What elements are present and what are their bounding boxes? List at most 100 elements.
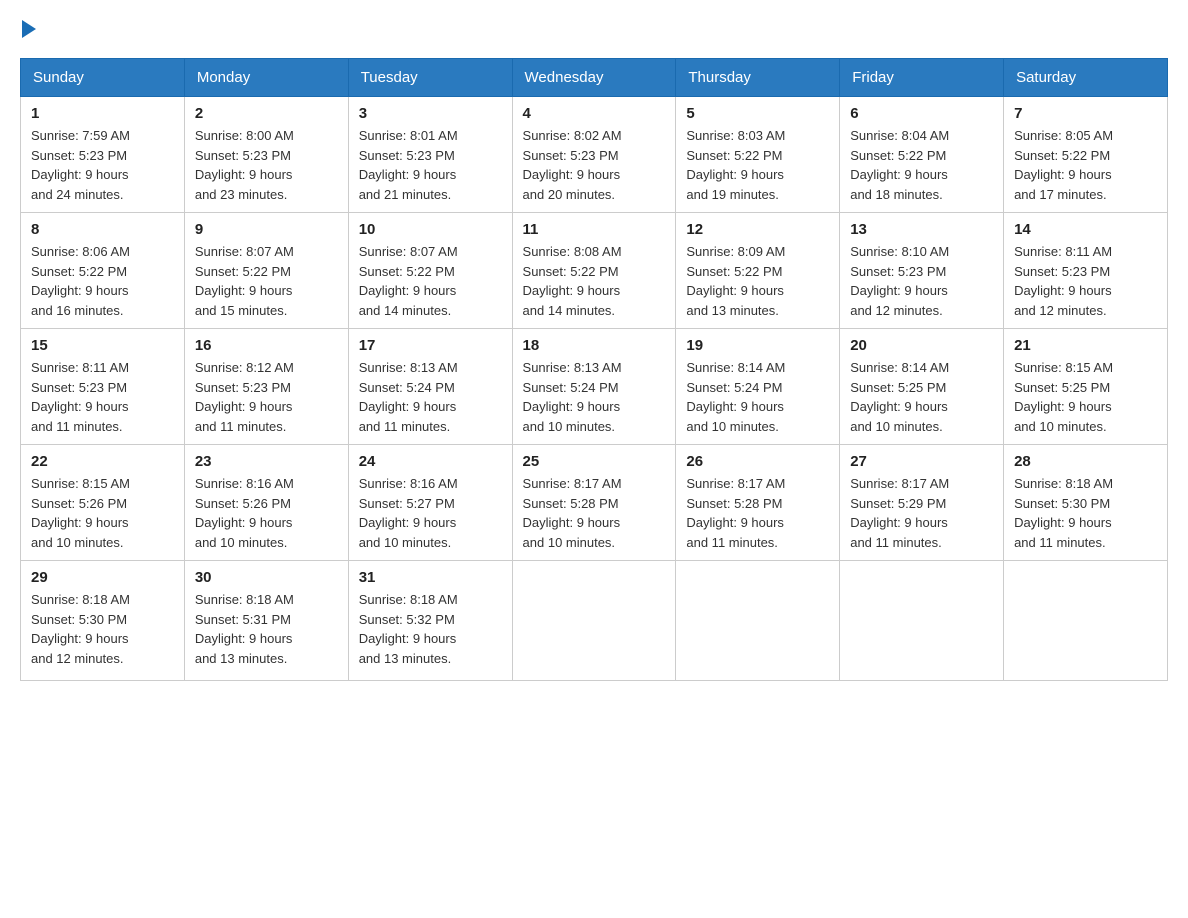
calendar-cell: 1 Sunrise: 7:59 AMSunset: 5:23 PMDayligh… — [21, 97, 185, 213]
calendar-cell: 21 Sunrise: 8:15 AMSunset: 5:25 PMDaylig… — [1004, 329, 1168, 445]
calendar-cell: 31 Sunrise: 8:18 AMSunset: 5:32 PMDaylig… — [348, 561, 512, 681]
day-info: Sunrise: 8:17 AMSunset: 5:28 PMDaylight:… — [523, 476, 622, 550]
day-number: 21 — [1014, 337, 1157, 354]
day-number: 17 — [359, 337, 502, 354]
day-number: 7 — [1014, 105, 1157, 122]
day-number: 8 — [31, 221, 174, 238]
calendar-cell: 18 Sunrise: 8:13 AMSunset: 5:24 PMDaylig… — [512, 329, 676, 445]
calendar-cell — [676, 561, 840, 681]
calendar-week-1: 1 Sunrise: 7:59 AMSunset: 5:23 PMDayligh… — [21, 97, 1168, 213]
day-info: Sunrise: 8:17 AMSunset: 5:29 PMDaylight:… — [850, 476, 949, 550]
column-header-wednesday: Wednesday — [512, 59, 676, 97]
column-header-friday: Friday — [840, 59, 1004, 97]
day-number: 22 — [31, 453, 174, 470]
day-number: 25 — [523, 453, 666, 470]
calendar-week-2: 8 Sunrise: 8:06 AMSunset: 5:22 PMDayligh… — [21, 213, 1168, 329]
calendar-cell: 16 Sunrise: 8:12 AMSunset: 5:23 PMDaylig… — [184, 329, 348, 445]
calendar-cell: 20 Sunrise: 8:14 AMSunset: 5:25 PMDaylig… — [840, 329, 1004, 445]
column-header-saturday: Saturday — [1004, 59, 1168, 97]
day-info: Sunrise: 8:17 AMSunset: 5:28 PMDaylight:… — [686, 476, 785, 550]
day-number: 23 — [195, 453, 338, 470]
day-info: Sunrise: 8:04 AMSunset: 5:22 PMDaylight:… — [850, 128, 949, 202]
calendar-cell: 2 Sunrise: 8:00 AMSunset: 5:23 PMDayligh… — [184, 97, 348, 213]
day-number: 10 — [359, 221, 502, 238]
column-header-thursday: Thursday — [676, 59, 840, 97]
day-info: Sunrise: 8:13 AMSunset: 5:24 PMDaylight:… — [523, 360, 622, 434]
calendar-cell: 24 Sunrise: 8:16 AMSunset: 5:27 PMDaylig… — [348, 445, 512, 561]
calendar-cell — [512, 561, 676, 681]
day-info: Sunrise: 8:15 AMSunset: 5:25 PMDaylight:… — [1014, 360, 1113, 434]
calendar-cell: 12 Sunrise: 8:09 AMSunset: 5:22 PMDaylig… — [676, 213, 840, 329]
day-number: 6 — [850, 105, 993, 122]
calendar-cell: 26 Sunrise: 8:17 AMSunset: 5:28 PMDaylig… — [676, 445, 840, 561]
calendar-cell: 28 Sunrise: 8:18 AMSunset: 5:30 PMDaylig… — [1004, 445, 1168, 561]
day-number: 31 — [359, 569, 502, 586]
day-number: 20 — [850, 337, 993, 354]
calendar-week-4: 22 Sunrise: 8:15 AMSunset: 5:26 PMDaylig… — [21, 445, 1168, 561]
day-info: Sunrise: 7:59 AMSunset: 5:23 PMDaylight:… — [31, 128, 130, 202]
calendar-cell: 14 Sunrise: 8:11 AMSunset: 5:23 PMDaylig… — [1004, 213, 1168, 329]
day-number: 26 — [686, 453, 829, 470]
day-number: 24 — [359, 453, 502, 470]
day-number: 9 — [195, 221, 338, 238]
day-info: Sunrise: 8:11 AMSunset: 5:23 PMDaylight:… — [1014, 244, 1112, 318]
calendar-cell: 19 Sunrise: 8:14 AMSunset: 5:24 PMDaylig… — [676, 329, 840, 445]
day-info: Sunrise: 8:14 AMSunset: 5:25 PMDaylight:… — [850, 360, 949, 434]
day-number: 30 — [195, 569, 338, 586]
calendar-cell: 8 Sunrise: 8:06 AMSunset: 5:22 PMDayligh… — [21, 213, 185, 329]
day-info: Sunrise: 8:18 AMSunset: 5:31 PMDaylight:… — [195, 592, 294, 666]
column-header-monday: Monday — [184, 59, 348, 97]
day-info: Sunrise: 8:06 AMSunset: 5:22 PMDaylight:… — [31, 244, 130, 318]
calendar-cell: 10 Sunrise: 8:07 AMSunset: 5:22 PMDaylig… — [348, 213, 512, 329]
day-number: 5 — [686, 105, 829, 122]
day-number: 14 — [1014, 221, 1157, 238]
day-number: 18 — [523, 337, 666, 354]
day-info: Sunrise: 8:00 AMSunset: 5:23 PMDaylight:… — [195, 128, 294, 202]
day-number: 27 — [850, 453, 993, 470]
calendar-cell: 17 Sunrise: 8:13 AMSunset: 5:24 PMDaylig… — [348, 329, 512, 445]
day-info: Sunrise: 8:09 AMSunset: 5:22 PMDaylight:… — [686, 244, 785, 318]
day-info: Sunrise: 8:11 AMSunset: 5:23 PMDaylight:… — [31, 360, 129, 434]
day-info: Sunrise: 8:05 AMSunset: 5:22 PMDaylight:… — [1014, 128, 1113, 202]
calendar-cell: 5 Sunrise: 8:03 AMSunset: 5:22 PMDayligh… — [676, 97, 840, 213]
day-info: Sunrise: 8:18 AMSunset: 5:32 PMDaylight:… — [359, 592, 458, 666]
day-info: Sunrise: 8:13 AMSunset: 5:24 PMDaylight:… — [359, 360, 458, 434]
calendar-cell — [1004, 561, 1168, 681]
logo-arrow-icon — [22, 20, 36, 38]
calendar-cell: 30 Sunrise: 8:18 AMSunset: 5:31 PMDaylig… — [184, 561, 348, 681]
day-info: Sunrise: 8:07 AMSunset: 5:22 PMDaylight:… — [359, 244, 458, 318]
page-header — [20, 20, 1168, 38]
calendar-cell: 4 Sunrise: 8:02 AMSunset: 5:23 PMDayligh… — [512, 97, 676, 213]
day-info: Sunrise: 8:14 AMSunset: 5:24 PMDaylight:… — [686, 360, 785, 434]
calendar-cell: 3 Sunrise: 8:01 AMSunset: 5:23 PMDayligh… — [348, 97, 512, 213]
logo — [20, 20, 38, 38]
day-number: 2 — [195, 105, 338, 122]
day-number: 3 — [359, 105, 502, 122]
day-number: 13 — [850, 221, 993, 238]
calendar-week-3: 15 Sunrise: 8:11 AMSunset: 5:23 PMDaylig… — [21, 329, 1168, 445]
day-info: Sunrise: 8:18 AMSunset: 5:30 PMDaylight:… — [1014, 476, 1113, 550]
calendar-cell: 27 Sunrise: 8:17 AMSunset: 5:29 PMDaylig… — [840, 445, 1004, 561]
day-info: Sunrise: 8:07 AMSunset: 5:22 PMDaylight:… — [195, 244, 294, 318]
column-header-tuesday: Tuesday — [348, 59, 512, 97]
day-info: Sunrise: 8:08 AMSunset: 5:22 PMDaylight:… — [523, 244, 622, 318]
day-number: 1 — [31, 105, 174, 122]
day-info: Sunrise: 8:03 AMSunset: 5:22 PMDaylight:… — [686, 128, 785, 202]
day-number: 19 — [686, 337, 829, 354]
column-header-sunday: Sunday — [21, 59, 185, 97]
day-info: Sunrise: 8:12 AMSunset: 5:23 PMDaylight:… — [195, 360, 294, 434]
day-number: 29 — [31, 569, 174, 586]
calendar-cell: 7 Sunrise: 8:05 AMSunset: 5:22 PMDayligh… — [1004, 97, 1168, 213]
day-info: Sunrise: 8:10 AMSunset: 5:23 PMDaylight:… — [850, 244, 949, 318]
calendar-week-5: 29 Sunrise: 8:18 AMSunset: 5:30 PMDaylig… — [21, 561, 1168, 681]
day-info: Sunrise: 8:16 AMSunset: 5:26 PMDaylight:… — [195, 476, 294, 550]
calendar-cell: 13 Sunrise: 8:10 AMSunset: 5:23 PMDaylig… — [840, 213, 1004, 329]
calendar-cell: 22 Sunrise: 8:15 AMSunset: 5:26 PMDaylig… — [21, 445, 185, 561]
day-number: 11 — [523, 221, 666, 238]
day-info: Sunrise: 8:02 AMSunset: 5:23 PMDaylight:… — [523, 128, 622, 202]
day-info: Sunrise: 8:01 AMSunset: 5:23 PMDaylight:… — [359, 128, 458, 202]
calendar-cell — [840, 561, 1004, 681]
calendar-cell: 29 Sunrise: 8:18 AMSunset: 5:30 PMDaylig… — [21, 561, 185, 681]
day-number: 12 — [686, 221, 829, 238]
calendar-cell: 23 Sunrise: 8:16 AMSunset: 5:26 PMDaylig… — [184, 445, 348, 561]
